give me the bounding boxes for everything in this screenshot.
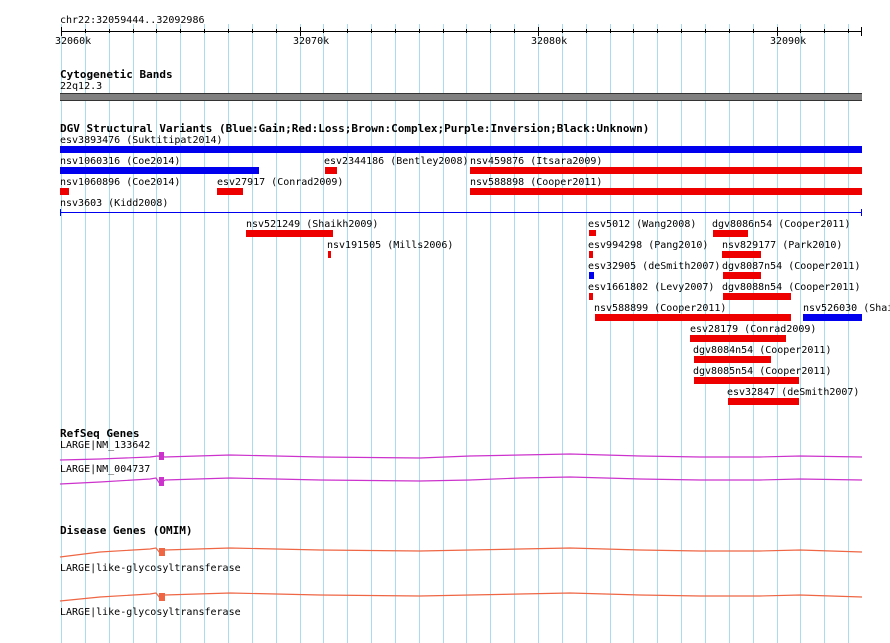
gene-model-refseq-1	[59, 453, 863, 461]
gene-model-omim-2	[59, 592, 863, 602]
exon-block	[159, 452, 164, 460]
gene-models	[59, 452, 863, 602]
genome-browser-view: chr22:32059444..32092986 32060k 32070k 3…	[0, 0, 890, 643]
exon-block	[159, 593, 165, 601]
gene-model-refseq-2	[59, 476, 863, 485]
gene-model-omim-1	[59, 547, 863, 558]
exon-block	[159, 548, 165, 556]
exon-block	[159, 477, 164, 486]
